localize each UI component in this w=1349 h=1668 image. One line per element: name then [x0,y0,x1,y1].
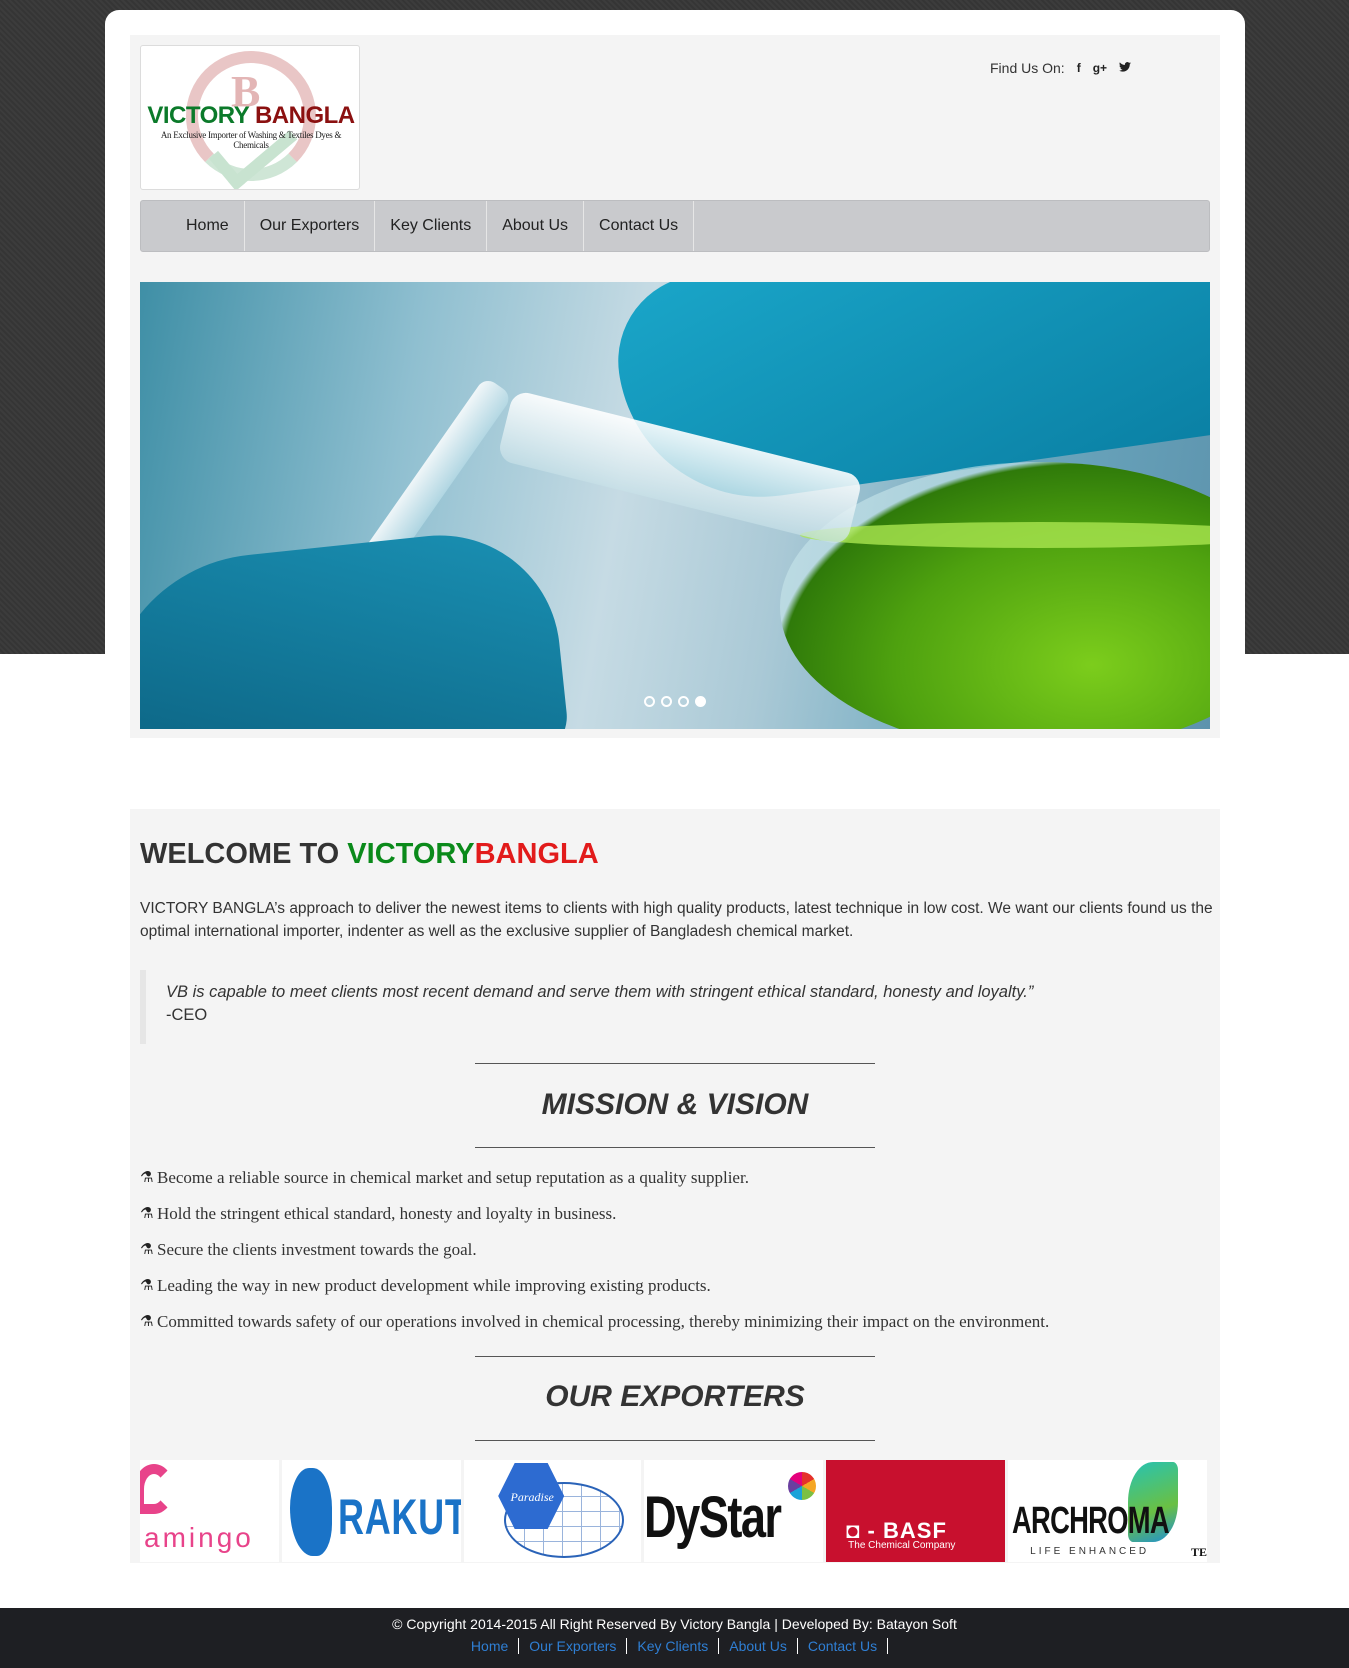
slider-dot-1[interactable] [644,696,655,707]
slider-dots [140,696,1210,707]
list-item: ⚗ Hold the stringent ethical standard, ho… [140,1204,1215,1240]
mission-list: ⚗ Become a reliable source in chemical ma… [140,1168,1215,1348]
logo-tagline: An Exclusive Importer of Washing & Texti… [160,130,342,150]
logo-title: VICTORY BANGLA [145,102,357,130]
mission-item-text: Secure the clients investment towards th… [157,1240,477,1259]
divider [475,1147,875,1148]
list-item: ⚗ Become a reliable source in chemical ma… [140,1168,1215,1204]
exporters-carousel: amingo RAKUTO Paradise DyStar ◘ - BASF T… [140,1460,1210,1562]
next-logo-fragment: TE [1190,1545,1207,1559]
intro-paragraph: VICTORY BANGLA’s approach to deliver the… [140,900,1213,940]
site-logo[interactable]: B VICTORY BANGLA An Exclusive Importer o… [140,45,360,190]
list-item: ⚗ Secure the clients investment towards t… [140,1240,1215,1276]
basf-logo[interactable]: ◘ - BASF The Chemical Company [826,1460,1006,1562]
nav-our-exporters[interactable]: Our Exporters [245,201,376,251]
flask-icon: ⚗ [140,1240,154,1258]
slider-dot-2[interactable] [661,696,672,707]
dystar-logo[interactable]: DyStar [644,1460,824,1562]
google-plus-icon[interactable]: g+ [1093,61,1107,75]
mission-item-text: Committed towards safety of our operatio… [157,1312,1050,1331]
mission-item-text: Hold the stringent ethical standard, hon… [157,1204,617,1223]
welcome-victory: VICTORY [347,838,475,870]
paradise-logo[interactable]: Paradise [464,1460,642,1562]
quote-text: VB is capable to meet clients most recen… [166,983,1034,1001]
main-nav: Home Our Exporters Key Clients About Us … [140,200,1210,252]
ceo-quote: VB is capable to meet clients most recen… [140,970,1215,1044]
flamingo-logo[interactable]: amingo [140,1460,280,1562]
quote-cite: -CEO [166,1006,208,1024]
nav-key-clients[interactable]: Key Clients [375,201,488,251]
flask-icon: ⚗ [140,1204,154,1222]
divider [475,1440,875,1441]
footer-link-our-exporters[interactable]: Our Exporters [519,1638,628,1654]
divider [475,1356,875,1357]
footer-link-about-us[interactable]: About Us [719,1638,798,1654]
facebook-icon[interactable]: f [1077,61,1081,75]
divider [475,1063,875,1064]
archroma-logo[interactable]: ARCHROMA LIFE ENHANCED TE [1008,1460,1207,1562]
rakuto-logo-text: RAKUTO [338,1489,461,1545]
find-us-bar: Find Us On: f g+ [990,60,1132,76]
paradise-logo-text: Paradise [510,1490,554,1504]
footer: © Copyright 2014-2015 All Right Reserved… [0,1608,1349,1668]
logo-title-bangla: BANGLA [254,102,355,129]
slider-dot-3[interactable] [678,696,689,707]
flask-icon: ⚗ [140,1276,154,1294]
welcome-prefix: WELCOME TO [140,838,348,870]
nav-about-us[interactable]: About Us [487,201,585,251]
flamingo-bird-icon [140,1464,174,1514]
logo-title-victory: VICTORY [147,102,249,129]
color-wheel-icon [782,1466,823,1506]
list-item: ⚗ Committed towards safety of our operati… [140,1312,1215,1348]
slider-dot-4[interactable] [695,696,706,707]
mission-title: MISSION & VISION [541,1088,809,1121]
flamingo-logo-text: amingo [144,1522,254,1553]
archroma-logo-text: ARCHROMA [1012,1500,1170,1542]
footer-link-home[interactable]: Home [461,1638,520,1654]
exporters-title: OUR EXPORTERS [545,1380,805,1413]
flask-icon: ⚗ [140,1168,154,1186]
basf-logo-sub: The Chemical Company [848,1540,956,1551]
footer-link-contact-us[interactable]: Contact Us [798,1638,889,1654]
mission-item-text: Become a reliable source in chemical mar… [157,1168,749,1187]
mission-item-text: Leading the way in new product developme… [157,1276,711,1295]
copyright-text: © Copyright 2014-2015 All Right Reserved… [392,1616,957,1632]
find-us-label: Find Us On: [990,60,1065,76]
welcome-heading: WELCOME TO VICTORYBANGLA [140,838,599,871]
welcome-bangla: BANGLA [474,838,599,870]
hero-slider[interactable] [140,282,1210,729]
rakuto-logo[interactable]: RAKUTO [282,1460,462,1562]
flask-icon: ⚗ [140,1312,154,1330]
dystar-logo-text: DyStar [644,1485,782,1550]
rakuto-drop-icon [290,1468,333,1556]
twitter-icon[interactable] [1119,61,1132,75]
footer-link-key-clients[interactable]: Key Clients [627,1638,720,1654]
list-item: ⚗ Leading the way in new product developm… [140,1276,1215,1312]
archroma-logo-sub: LIFE ENHANCED [1030,1546,1150,1557]
nav-home[interactable]: Home [171,201,245,251]
nav-contact-us[interactable]: Contact Us [584,201,695,251]
footer-nav: Home Our Exporters Key Clients About Us … [0,1638,1349,1654]
